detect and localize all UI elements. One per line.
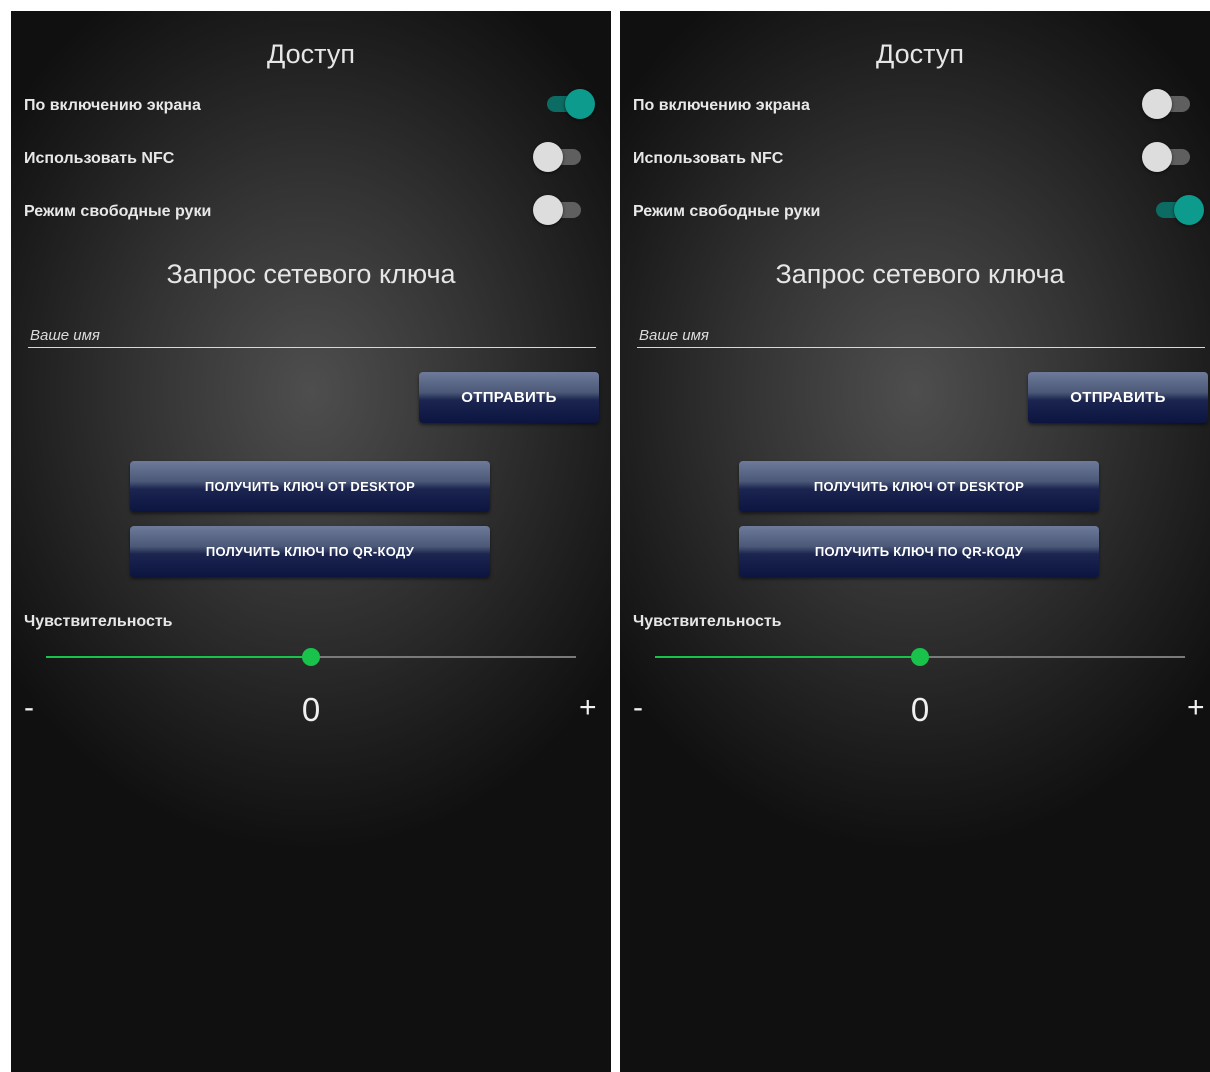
- setting-label-screen-on: По включению экрана: [24, 97, 201, 114]
- get-key-desktop-button[interactable]: ПОЛУЧИТЬ КЛЮЧ ОТ DESKTOP: [739, 461, 1099, 512]
- send-button[interactable]: ОТПРАВИТЬ: [419, 372, 599, 423]
- plus-button[interactable]: +: [579, 691, 597, 725]
- plus-button[interactable]: +: [1187, 691, 1205, 725]
- sensitivity-label: Чувствительность: [24, 613, 173, 630]
- send-button[interactable]: ОТПРАВИТЬ: [1028, 372, 1208, 423]
- sensitivity-value: 0: [301, 691, 321, 728]
- toggle-thumb: [1142, 142, 1172, 172]
- nfc-toggle[interactable]: [1142, 142, 1192, 172]
- slider-fill: [655, 656, 920, 658]
- setting-label-nfc: Использовать NFC: [633, 150, 784, 167]
- name-input[interactable]: [28, 323, 596, 348]
- setting-label-screen-on: По включению экрана: [633, 97, 810, 114]
- key-request-title: Запрос сетевого ключа: [775, 259, 1065, 289]
- toggle-thumb: [1142, 89, 1172, 119]
- toggle-thumb: [1174, 195, 1204, 225]
- sensitivity-slider[interactable]: [655, 647, 1185, 667]
- toggle-thumb: [533, 195, 563, 225]
- toggle-thumb: [533, 142, 563, 172]
- screen-right: Доступ По включению экрана Использовать …: [620, 11, 1210, 1072]
- setting-label-hands-free: Режим свободные руки: [633, 203, 821, 220]
- screen-on-toggle[interactable]: [545, 89, 595, 119]
- toggle-thumb: [565, 89, 595, 119]
- setting-label-nfc: Использовать NFC: [24, 150, 175, 167]
- sensitivity-label: Чувствительность: [633, 613, 782, 630]
- key-request-title: Запрос сетевого ключа: [166, 259, 456, 289]
- page-title: Доступ: [267, 39, 355, 69]
- sensitivity-value: 0: [910, 691, 930, 728]
- slider-fill: [46, 656, 311, 658]
- sensitivity-slider[interactable]: [46, 647, 576, 667]
- setting-label-hands-free: Режим свободные руки: [24, 203, 212, 220]
- get-key-qr-button[interactable]: ПОЛУЧИТЬ КЛЮЧ ПО QR-КОДУ: [130, 526, 490, 577]
- screen-on-toggle[interactable]: [1142, 89, 1192, 119]
- name-input[interactable]: [637, 323, 1205, 348]
- get-key-desktop-button[interactable]: ПОЛУЧИТЬ КЛЮЧ ОТ DESKTOP: [130, 461, 490, 512]
- get-key-qr-button[interactable]: ПОЛУЧИТЬ КЛЮЧ ПО QR-КОДУ: [739, 526, 1099, 577]
- nfc-toggle[interactable]: [533, 142, 583, 172]
- hands-free-toggle[interactable]: [1154, 195, 1204, 225]
- screen-left: Доступ По включению экрана Использовать …: [11, 11, 611, 1072]
- hands-free-toggle[interactable]: [533, 195, 583, 225]
- page-title: Доступ: [876, 39, 964, 69]
- slider-knob[interactable]: [911, 648, 929, 666]
- slider-knob[interactable]: [302, 648, 320, 666]
